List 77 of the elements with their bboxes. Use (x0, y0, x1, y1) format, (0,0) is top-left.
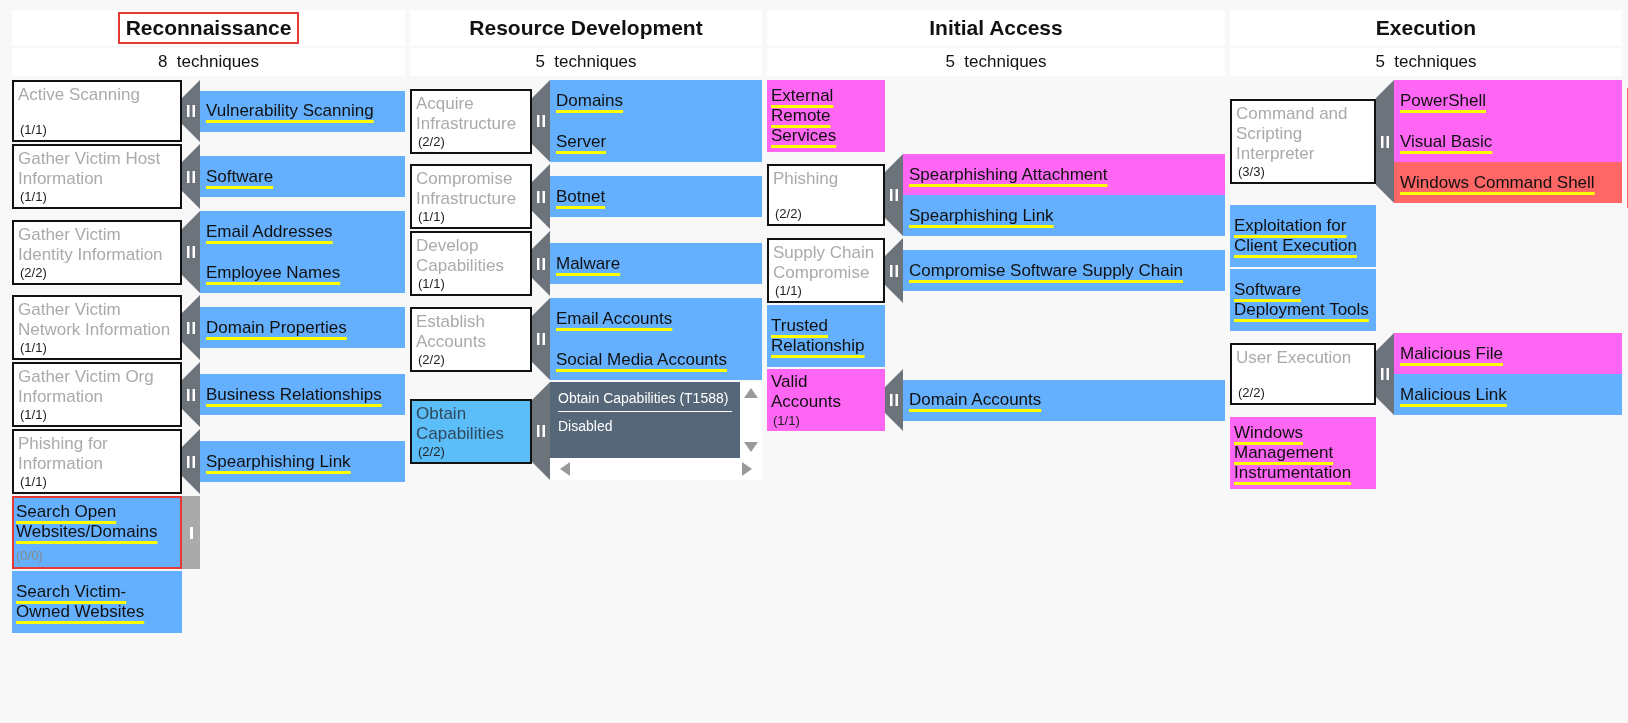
subtechnique-cell[interactable]: Domain Accounts (903, 379, 1225, 421)
technique-count: 5 techniques (945, 52, 1047, 72)
technique-cell[interactable]: Compromise Infrastructure (1/1) (410, 164, 532, 229)
tooltip: Obtain Capabilities (T1588) Disabled (550, 382, 740, 458)
technique-cell[interactable]: Develop Capabilities (1/1) (410, 231, 532, 296)
technique-cell[interactable]: Gather Victim Host Information (1/1) (12, 144, 182, 209)
subtechnique-cell[interactable]: Software (200, 156, 405, 197)
technique-cell[interactable]: Windows Management Instrumentation (1230, 417, 1376, 489)
subtechnique-cell[interactable]: Visual Basic (1394, 121, 1622, 162)
subtechnique-cell[interactable]: Domain Properties (200, 307, 405, 348)
scroll-right-icon[interactable] (742, 462, 752, 476)
subtechnique-cell[interactable]: Compromise Software Supply Chain (903, 250, 1225, 291)
technique-cell[interactable]: Phishing (2/2) (767, 164, 885, 226)
scroll-left-icon[interactable] (560, 462, 570, 476)
technique-cell[interactable]: Exploitation for Client Execution (1230, 205, 1376, 267)
subtechnique-cell[interactable]: Domains (550, 80, 762, 121)
subtechnique-cell[interactable]: Spearphishing Link (903, 195, 1225, 236)
collapse-handle[interactable] (182, 429, 200, 494)
technique-cell[interactable]: Search Victim-Owned Websites (12, 571, 182, 633)
subtechnique-cell[interactable]: Malware (550, 243, 762, 284)
technique-cell[interactable]: Gather Victim Org Information (1/1) (12, 362, 182, 427)
subtechnique-cell[interactable]: Email Accounts (550, 298, 762, 339)
technique-cell[interactable]: Active Scanning (1/1) (12, 80, 182, 142)
subtechnique-cell[interactable]: Employee Names (200, 252, 405, 293)
subtechnique-cell[interactable]: Windows Command Shell (1394, 162, 1622, 203)
technique-cell[interactable]: Valid Accounts (1/1) (767, 369, 885, 431)
subtechnique-cell[interactable]: Business Relationships (200, 374, 405, 415)
grip-icon (187, 246, 195, 258)
technique-cell[interactable]: Search Open Websites/Domains (0/0) (12, 496, 182, 569)
technique-cell[interactable]: Supply Chain Compromise (1/1) (767, 238, 885, 303)
grip-icon (537, 115, 545, 127)
subtechnique-cell[interactable]: Malicious File (1394, 333, 1622, 374)
grip-icon (537, 190, 545, 203)
tactic-title: Reconnaissance (117, 12, 300, 44)
grip-icon (537, 333, 545, 345)
grip-icon (187, 455, 195, 468)
grip-icon (189, 526, 193, 539)
grip-icon (187, 388, 195, 401)
subtechnique-cell[interactable]: Spearphishing Attachment (903, 154, 1225, 195)
tactic-title: Resource Development (468, 15, 704, 41)
technique-cell[interactable]: External Remote Services (767, 80, 885, 152)
subtechnique-cell[interactable]: Malicious Link (1394, 374, 1622, 415)
subtechnique-cell[interactable]: Email Addresses (200, 211, 405, 252)
technique-cell[interactable]: Command and Scripting Interpreter (3/3) (1230, 99, 1376, 184)
technique-cell[interactable]: Acquire Infrastructure (2/2) (410, 88, 532, 154)
grip-icon (537, 425, 545, 437)
scroll-down-icon[interactable] (744, 442, 758, 452)
subtechnique-cell[interactable]: PowerShell (1394, 80, 1622, 121)
technique-cell[interactable]: Obtain Capabilities (2/2) (410, 398, 532, 464)
grip-icon (537, 257, 545, 270)
technique-count: 5 techniques (1375, 52, 1477, 72)
technique-cell[interactable]: Software Deployment Tools (1230, 269, 1376, 331)
subtechnique-cell[interactable]: Botnet (550, 176, 762, 217)
technique-cell[interactable]: User Execution (2/2) (1230, 343, 1376, 405)
grip-icon (187, 321, 195, 334)
technique-cell[interactable]: Phishing for Information (1/1) (12, 429, 182, 494)
scroll-up-icon[interactable] (744, 388, 758, 398)
technique-cell[interactable]: Establish Accounts (2/2) (410, 306, 532, 372)
grip-icon (890, 189, 898, 201)
technique-cell[interactable]: Gather Victim Identity Information (2/2) (12, 219, 182, 285)
grip-icon (187, 105, 195, 117)
grip-icon (1381, 368, 1389, 380)
subtechnique-cell[interactable]: Server (550, 121, 762, 162)
grip-icon (1381, 135, 1389, 148)
technique-count: 8 techniques (157, 52, 260, 72)
tactic-title: Initial Access (928, 15, 1064, 41)
tactic-title: Execution (1374, 15, 1478, 41)
subtechnique-cell[interactable]: Vulnerability Scanning (200, 90, 405, 132)
grip-icon (890, 394, 898, 406)
grip-icon (890, 264, 898, 277)
subtechnique-cell[interactable]: Social Media Accounts (550, 339, 762, 380)
grip-icon (187, 170, 195, 183)
technique-cell[interactable]: Trusted Relationship (767, 305, 885, 367)
technique-cell[interactable]: Gather Victim Network Information (1/1) (12, 295, 182, 360)
expand-handle[interactable] (182, 496, 200, 569)
technique-count: 5 techniques (535, 52, 637, 72)
subtechnique-cell[interactable]: Spearphishing Link (200, 441, 405, 482)
